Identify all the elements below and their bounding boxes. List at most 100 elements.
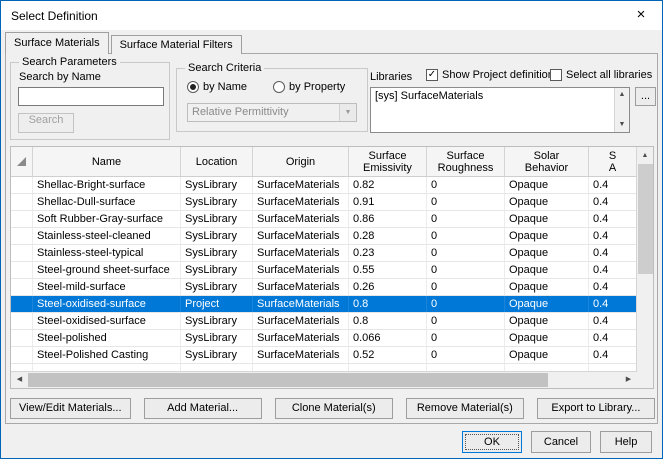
select-all-libraries-checkbox[interactable]: Select all libraries [550, 69, 652, 81]
tab-surface-material-filters[interactable]: Surface Material Filters [110, 35, 242, 54]
by-property-radio[interactable]: by Property [273, 81, 345, 93]
cell-solar_behavior: Opaque [505, 330, 589, 346]
table-row[interactable]: Soft Rubber-Gray-surface SysLibrary Surfac… [11, 211, 637, 228]
table-header: Name Location Origin Surface Emissivity … [11, 147, 637, 177]
cancel-button[interactable]: Cancel [531, 431, 591, 453]
radio-unselected-icon [273, 81, 286, 93]
cell-origin: SurfaceMaterials [253, 228, 349, 244]
cell-roughness: 0 [427, 313, 505, 329]
tab-surface-materials[interactable]: Surface Materials [5, 32, 109, 54]
vertical-scroll-thumb[interactable] [638, 164, 653, 274]
cell-solar_absorptance: 0.4 [589, 330, 637, 346]
row-marker-cell [11, 279, 33, 295]
property-dropdown-value: Relative Permittivity [192, 106, 289, 118]
scroll-up-icon[interactable]: ▲ [615, 88, 629, 102]
search-button[interactable]: Search [18, 113, 74, 133]
table-row[interactable]: Stainless-steel-cleaned SysLibrary Surface… [11, 228, 637, 245]
table-row[interactable]: Steel-mild-surface SysLibrary SurfaceMater… [11, 279, 637, 296]
table-vertical-scrollbar[interactable]: ▲ ▼ [636, 147, 653, 373]
header-solar-behavior[interactable]: Solar Behavior [505, 147, 589, 176]
cell-location: SysLibrary [181, 211, 253, 227]
cell-emissivity: 0.23 [349, 245, 427, 261]
table-row[interactable]: Steel-Polished Casting SysLibrary SurfaceM… [11, 347, 637, 364]
help-button[interactable]: Help [600, 431, 652, 453]
cell-roughness: 0 [427, 262, 505, 278]
cell-roughness: 0 [427, 296, 505, 312]
cell-name: Shellac-Bright-surface [33, 177, 181, 193]
table-row[interactable]: Steel-oxidised-surface Project SurfaceMate… [11, 296, 637, 313]
row-marker-cell [11, 245, 33, 261]
cell-name: Steel-polished [33, 330, 181, 346]
cell-roughness: 0 [427, 347, 505, 363]
header-origin[interactable]: Origin [253, 147, 349, 176]
cell-solar_absorptance: 0.4 [589, 194, 637, 210]
libraries-list[interactable]: [sys] SurfaceMaterials ▲ ▼ [370, 87, 630, 133]
cell-origin: SurfaceMaterials [253, 211, 349, 227]
export-to-library-button[interactable]: Export to Library... [536, 398, 655, 419]
scroll-left-icon[interactable]: ◀ [11, 372, 28, 388]
cell-origin: SurfaceMaterials [253, 347, 349, 363]
sort-header-cell[interactable] [11, 147, 33, 176]
table-row[interactable]: Shellac-Dull-surface SysLibrary SurfaceMat… [11, 194, 637, 211]
cell-location: SysLibrary [181, 279, 253, 295]
scroll-right-icon[interactable]: ▶ [620, 372, 637, 388]
header-name-label: Name [91, 155, 122, 168]
header-surface-emissivity[interactable]: Surface Emissivity [349, 147, 427, 176]
sort-icon [17, 157, 26, 166]
header-surface-roughness[interactable]: Surface Roughness [427, 147, 505, 176]
table-row[interactable]: Steel-oxidised-surface SysLibrary SurfaceM… [11, 313, 637, 330]
table-row[interactable]: Stainless-steel-typical SysLibrary Surface… [11, 245, 637, 262]
scroll-down-icon[interactable]: ▼ [615, 118, 629, 132]
material-actions: View/Edit Materials... Add Material... C… [10, 398, 655, 419]
cell-emissivity: 0.86 [349, 211, 427, 227]
cell-location: SysLibrary [181, 194, 253, 210]
close-button[interactable]: × [620, 1, 662, 30]
property-dropdown[interactable]: Relative Permittivity ▼ [187, 103, 357, 122]
cell-solar_absorptance: 0.4 [589, 245, 637, 261]
select-all-libraries-label: Select all libraries [566, 69, 653, 81]
select-definition-dialog: Select Definition × Surface Materials Su… [0, 0, 663, 459]
show-project-definitions-checkbox[interactable]: ✓ Show Project definitions [426, 69, 559, 81]
row-marker-cell [11, 313, 33, 329]
cell-origin: SurfaceMaterials [253, 177, 349, 193]
view-edit-materials-button[interactable]: View/Edit Materials... [10, 398, 131, 419]
header-line: A [608, 161, 617, 174]
cell-location: SysLibrary [181, 347, 253, 363]
cell-roughness: 0 [427, 228, 505, 244]
table-row[interactable]: Steel-ground sheet-surface SysLibrary Surf… [11, 262, 637, 279]
cell-location: SysLibrary [181, 245, 253, 261]
table-row[interactable]: Shellac-Bright-surface SysLibrary SurfaceM… [11, 177, 637, 194]
row-marker-cell [11, 347, 33, 363]
cell-solar_behavior: Opaque [505, 245, 589, 261]
search-by-name-label: Search by Name [19, 71, 101, 83]
dialog-button-row: OK Cancel Help [462, 431, 652, 453]
add-material-button[interactable]: Add Material... [143, 398, 262, 419]
cell-emissivity: 0.28 [349, 228, 427, 244]
cell-origin: SurfaceMaterials [253, 245, 349, 261]
cell-solar_absorptance: 0.4 [589, 347, 637, 363]
by-name-radio[interactable]: by Name [187, 81, 247, 93]
header-solar-absorptance[interactable]: S A [589, 147, 637, 176]
table-horizontal-scrollbar[interactable]: ◀ ▶ [11, 371, 637, 388]
horizontal-scroll-thumb[interactable] [28, 373, 548, 387]
browse-libraries-button[interactable]: ... [635, 87, 656, 106]
remove-material-button[interactable]: Remove Material(s) [405, 398, 524, 419]
search-by-name-input[interactable] [18, 87, 164, 106]
cell-emissivity: 0.82 [349, 177, 427, 193]
search-criteria-radios: by Name by Property [187, 81, 345, 93]
list-item[interactable]: [sys] SurfaceMaterials [371, 88, 629, 104]
libraries-scrollbar[interactable]: ▲ ▼ [614, 88, 629, 132]
header-name[interactable]: Name [33, 147, 181, 176]
clone-material-button[interactable]: Clone Material(s) [274, 398, 393, 419]
scrollbar-corner [636, 372, 653, 388]
search-parameters-label: Search Parameters [19, 56, 120, 68]
tab-bar: Surface Materials Surface Material Filte… [5, 32, 244, 54]
header-line: Surface [446, 149, 485, 162]
scroll-up-icon[interactable]: ▲ [637, 147, 653, 164]
header-location[interactable]: Location [181, 147, 253, 176]
cell-origin: SurfaceMaterials [253, 262, 349, 278]
cell-roughness: 0 [427, 177, 505, 193]
ok-button[interactable]: OK [462, 431, 522, 453]
table-row[interactable]: Steel-polished SysLibrary SurfaceMaterials… [11, 330, 637, 347]
search-criteria-label: Search Criteria [185, 62, 265, 74]
